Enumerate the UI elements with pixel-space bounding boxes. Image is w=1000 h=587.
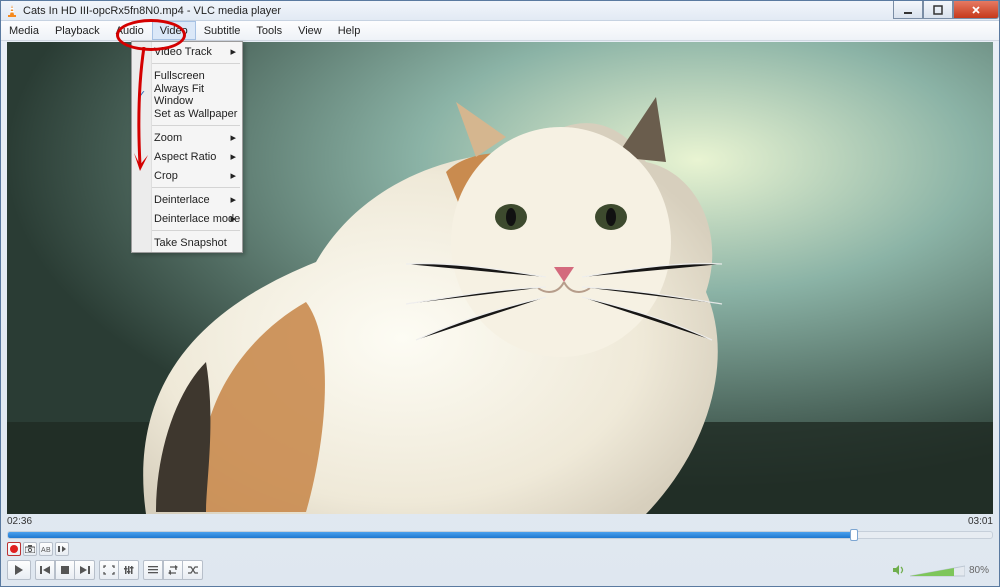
play-button[interactable] <box>7 560 31 580</box>
submenu-arrow-icon: ▸ <box>230 169 236 182</box>
fullscreen-button[interactable] <box>99 560 119 580</box>
menu-media[interactable]: Media <box>1 21 47 40</box>
menu-view[interactable]: View <box>290 21 330 40</box>
titlebar[interactable]: Cats In HD III-opcRx5fn8N0.mp4 - VLC med… <box>1 1 999 21</box>
minimize-button[interactable] <box>893 1 923 19</box>
volume-slider[interactable] <box>910 564 965 576</box>
atob-loop-button[interactable]: AB <box>39 542 53 556</box>
menu-item-zoom[interactable]: Zoom▸ <box>132 128 242 147</box>
time-status: 02:36 03:01 <box>7 516 993 530</box>
submenu-arrow-icon: ▸ <box>230 150 236 163</box>
time-total[interactable]: 03:01 <box>968 516 993 530</box>
stop-button[interactable] <box>55 560 75 580</box>
time-elapsed[interactable]: 02:36 <box>7 516 32 530</box>
menu-tools[interactable]: Tools <box>248 21 290 40</box>
frame-step-button[interactable] <box>55 542 69 556</box>
volume-control: 80% <box>892 564 989 576</box>
extended-settings-button[interactable] <box>119 560 139 580</box>
menu-item-always-fit[interactable]: ✓Always Fit Window <box>132 85 242 104</box>
menu-item-set-wallpaper[interactable]: Set as Wallpaper <box>132 104 242 123</box>
window-controls <box>893 1 999 19</box>
menu-item-video-track[interactable]: Video Track▸ <box>132 42 242 61</box>
svg-text:B: B <box>46 547 51 553</box>
check-icon: ✓ <box>137 88 146 101</box>
menu-help[interactable]: Help <box>330 21 369 40</box>
menu-item-deinterlace-mode[interactable]: Deinterlace mode▸ <box>132 209 242 228</box>
vlc-cone-icon <box>5 4 19 18</box>
menu-item-take-snapshot[interactable]: Take Snapshot <box>132 233 242 252</box>
speaker-icon[interactable] <box>892 564 906 576</box>
submenu-arrow-icon: ▸ <box>230 131 236 144</box>
previous-button[interactable] <box>35 560 55 580</box>
menu-audio[interactable]: Audio <box>108 21 152 40</box>
submenu-arrow-icon: ▸ <box>230 193 236 206</box>
loop-button[interactable] <box>163 560 183 580</box>
window-title: Cats In HD III-opcRx5fn8N0.mp4 - VLC med… <box>23 5 281 17</box>
menu-item-crop[interactable]: Crop▸ <box>132 166 242 185</box>
record-button[interactable] <box>7 542 21 556</box>
close-button[interactable] <box>953 1 999 19</box>
seek-bar[interactable] <box>7 531 993 539</box>
maximize-button[interactable] <box>923 1 953 19</box>
submenu-arrow-icon: ▸ <box>230 212 236 225</box>
menu-item-deinterlace[interactable]: Deinterlace▸ <box>132 190 242 209</box>
vlc-window: Cats In HD III-opcRx5fn8N0.mp4 - VLC med… <box>0 0 1000 587</box>
menubar: Media Playback Audio Video Subtitle Tool… <box>1 21 999 41</box>
next-button[interactable] <box>75 560 95 580</box>
menu-playback[interactable]: Playback <box>47 21 108 40</box>
seek-progress <box>8 532 854 538</box>
menu-video[interactable]: Video <box>152 21 196 40</box>
controls-bar: AB 80% <box>7 542 993 582</box>
seek-handle[interactable] <box>850 529 858 541</box>
video-dropdown: Video Track▸ Fullscreen ✓Always Fit Wind… <box>131 41 243 253</box>
menu-subtitle[interactable]: Subtitle <box>196 21 249 40</box>
shuffle-button[interactable] <box>183 560 203 580</box>
submenu-arrow-icon: ▸ <box>230 45 236 58</box>
playlist-button[interactable] <box>143 560 163 580</box>
snapshot-button[interactable] <box>23 542 37 556</box>
menu-item-aspect-ratio[interactable]: Aspect Ratio▸ <box>132 147 242 166</box>
volume-percent: 80% <box>969 565 989 576</box>
